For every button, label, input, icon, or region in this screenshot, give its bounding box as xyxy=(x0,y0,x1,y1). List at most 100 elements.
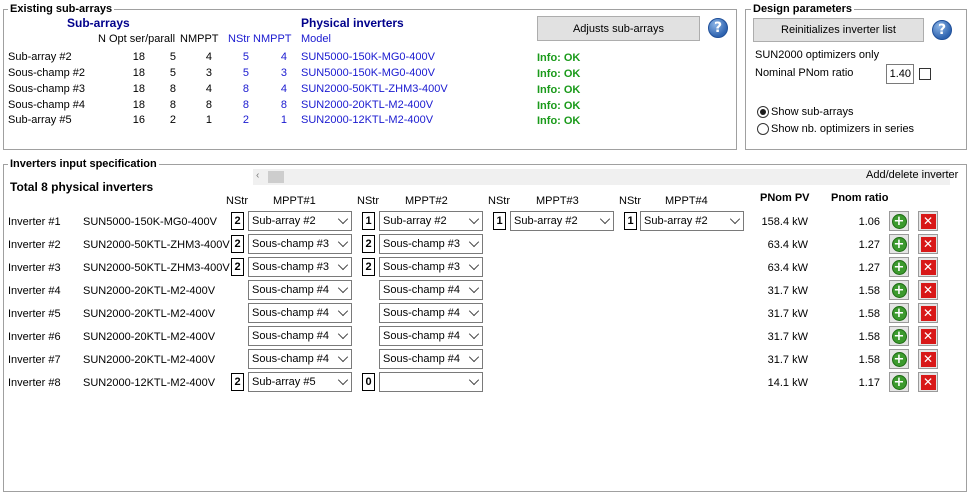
mppt1-subarray-select[interactable]: Sous-champ #4 xyxy=(248,326,352,346)
subarray-info-status: Info: OK xyxy=(537,52,581,64)
delete-inverter-button[interactable]: ✕ xyxy=(918,257,938,277)
help-icon[interactable]: ? xyxy=(932,20,952,40)
subarray-npar: 8 xyxy=(169,99,176,111)
mppt2-subarray-select[interactable]: Sous-champ #4 xyxy=(379,303,483,323)
mppt1-nstr-field[interactable]: 2 xyxy=(231,258,244,276)
scrollbar-thumb[interactable] xyxy=(268,171,284,183)
plus-icon: + xyxy=(891,282,907,298)
subarray-npar: 5 xyxy=(169,51,176,63)
mppt2-subarray-select[interactable] xyxy=(379,372,483,392)
plus-icon: + xyxy=(891,236,907,252)
chevron-down-icon xyxy=(337,282,349,294)
optimizers-only-label: SUN2000 optimizers only xyxy=(755,49,880,61)
mppt1-subarray-select[interactable]: Sous-champ #4 xyxy=(248,303,352,323)
add-inverter-button[interactable]: + xyxy=(889,326,909,346)
subarray-name: Sous-champ #3 xyxy=(8,83,86,95)
help-icon[interactable]: ? xyxy=(708,18,728,38)
mppt1-selected-value: Sous-champ #4 xyxy=(252,353,330,365)
inverter-pnom-ratio: 1.58 xyxy=(858,308,880,320)
mppt2-subarray-select[interactable]: Sous-champ #3 xyxy=(379,234,483,254)
mppt1-nstr-field[interactable]: 2 xyxy=(231,212,244,230)
add-inverter-button[interactable]: + xyxy=(889,303,909,323)
col-nmppt2-header: NMPPT xyxy=(253,33,292,45)
header-nstr-3: NStr xyxy=(488,195,510,207)
inverter-model: SUN2000-20KTL-M2-400V xyxy=(83,308,216,320)
pnom-ratio-field[interactable]: 1.40 xyxy=(886,64,914,84)
delete-inverter-button[interactable]: ✕ xyxy=(918,372,938,392)
adjust-subarrays-button[interactable]: Adjusts sub-arrays xyxy=(537,16,700,41)
mppt2-nstr-field[interactable]: 0 xyxy=(362,373,375,391)
header-nstr-1: NStr xyxy=(226,195,248,207)
mppt2-subarray-select[interactable]: Sous-champ #4 xyxy=(379,326,483,346)
horizontal-scrollbar[interactable]: ‹ › xyxy=(253,169,950,185)
delete-inverter-button[interactable]: ✕ xyxy=(918,211,938,231)
subarray-info-status: Info: OK xyxy=(537,115,581,127)
mppt2-selected-value: Sous-champ #4 xyxy=(383,284,461,296)
chevron-down-icon xyxy=(468,236,480,248)
total-inverters-label: Total 8 physical inverters xyxy=(10,180,154,194)
mppt4-nstr-field[interactable]: 1 xyxy=(624,212,637,230)
delete-inverter-button[interactable]: ✕ xyxy=(918,234,938,254)
add-inverter-button[interactable]: + xyxy=(889,234,909,254)
inverters-spec-title: Inverters input specification xyxy=(8,158,159,170)
mppt4-selected-value: Sub-array #2 xyxy=(644,215,708,227)
delete-x-icon: ✕ xyxy=(920,305,936,321)
mppt1-subarray-select[interactable]: Sous-champ #3 xyxy=(248,234,352,254)
mppt1-subarray-select[interactable]: Sub-array #5 xyxy=(248,372,352,392)
pnom-ratio-checkbox[interactable] xyxy=(919,68,931,80)
inverter-pnom-pv: 158.4 kW xyxy=(761,216,808,228)
mppt1-subarray-select[interactable]: Sub-array #2 xyxy=(248,211,352,231)
subarray-name: Sub-array #2 xyxy=(8,51,72,63)
mppt2-subarray-select[interactable]: Sous-champ #4 xyxy=(379,349,483,369)
inverter-pnom-ratio: 1.27 xyxy=(858,262,880,274)
mppt2-subarray-select[interactable]: Sub-array #2 xyxy=(379,211,483,231)
delete-inverter-button[interactable]: ✕ xyxy=(918,326,938,346)
mppt1-nstr-field[interactable]: 2 xyxy=(231,235,244,253)
scroll-left-icon[interactable]: ‹ xyxy=(256,170,259,181)
inverter-pnom-pv: 31.7 kW xyxy=(767,354,808,366)
mppt2-subarray-select[interactable]: Sous-champ #4 xyxy=(379,280,483,300)
inverter-pnom-pv: 63.4 kW xyxy=(767,262,808,274)
mppt3-nstr-field[interactable]: 1 xyxy=(493,212,506,230)
subarray-info-status: Info: OK xyxy=(537,84,581,96)
mppt2-nstr-field[interactable]: 1 xyxy=(362,212,375,230)
chevron-down-icon xyxy=(337,374,349,386)
reinitialize-inverter-list-button[interactable]: Reinitializes inverter list xyxy=(753,18,924,42)
add-inverter-button[interactable]: + xyxy=(889,349,909,369)
mppt1-subarray-select[interactable]: Sous-champ #4 xyxy=(248,349,352,369)
add-inverter-button[interactable]: + xyxy=(889,211,909,231)
delete-inverter-button[interactable]: ✕ xyxy=(918,280,938,300)
add-inverter-button[interactable]: + xyxy=(889,372,909,392)
add-inverter-button[interactable]: + xyxy=(889,280,909,300)
show-subarrays-radio[interactable] xyxy=(757,106,769,118)
mppt2-nstr-field[interactable]: 2 xyxy=(362,258,375,276)
inverter-name: Inverter #8 xyxy=(8,377,61,389)
mppt2-selected-value: Sous-champ #3 xyxy=(383,238,461,250)
mppt1-subarray-select[interactable]: Sous-champ #4 xyxy=(248,280,352,300)
delete-inverter-button[interactable]: ✕ xyxy=(918,303,938,323)
subarray-info-status: Info: OK xyxy=(537,100,581,112)
mppt1-subarray-select[interactable]: Sous-champ #3 xyxy=(248,257,352,277)
inverter-pnom-ratio: 1.58 xyxy=(858,285,880,297)
header-pnom-ratio: Pnom ratio xyxy=(831,192,889,204)
mppt1-selected-value: Sous-champ #4 xyxy=(252,307,330,319)
mppt3-subarray-select[interactable]: Sub-array #2 xyxy=(510,211,614,231)
delete-x-icon: ✕ xyxy=(920,236,936,252)
show-subarrays-label: Show sub-arrays xyxy=(771,106,854,118)
inverter-pnom-ratio: 1.17 xyxy=(858,377,880,389)
subarray-nmppt: 8 xyxy=(205,99,212,111)
mppt2-subarray-select[interactable]: Sous-champ #3 xyxy=(379,257,483,277)
chevron-down-icon xyxy=(337,305,349,317)
subarray-npar: 8 xyxy=(169,83,176,95)
chevron-down-icon xyxy=(468,259,480,271)
mppt2-nstr-field[interactable]: 2 xyxy=(362,235,375,253)
mppt2-selected-value: Sous-champ #4 xyxy=(383,307,461,319)
delete-inverter-button[interactable]: ✕ xyxy=(918,349,938,369)
add-inverter-button[interactable]: + xyxy=(889,257,909,277)
mppt1-nstr-field[interactable]: 2 xyxy=(231,373,244,391)
mppt4-subarray-select[interactable]: Sub-array #2 xyxy=(640,211,744,231)
inverter-name: Inverter #4 xyxy=(8,285,61,297)
show-optimizers-radio[interactable] xyxy=(757,123,769,135)
subarray-npar: 2 xyxy=(169,114,176,126)
chevron-down-icon xyxy=(468,305,480,317)
